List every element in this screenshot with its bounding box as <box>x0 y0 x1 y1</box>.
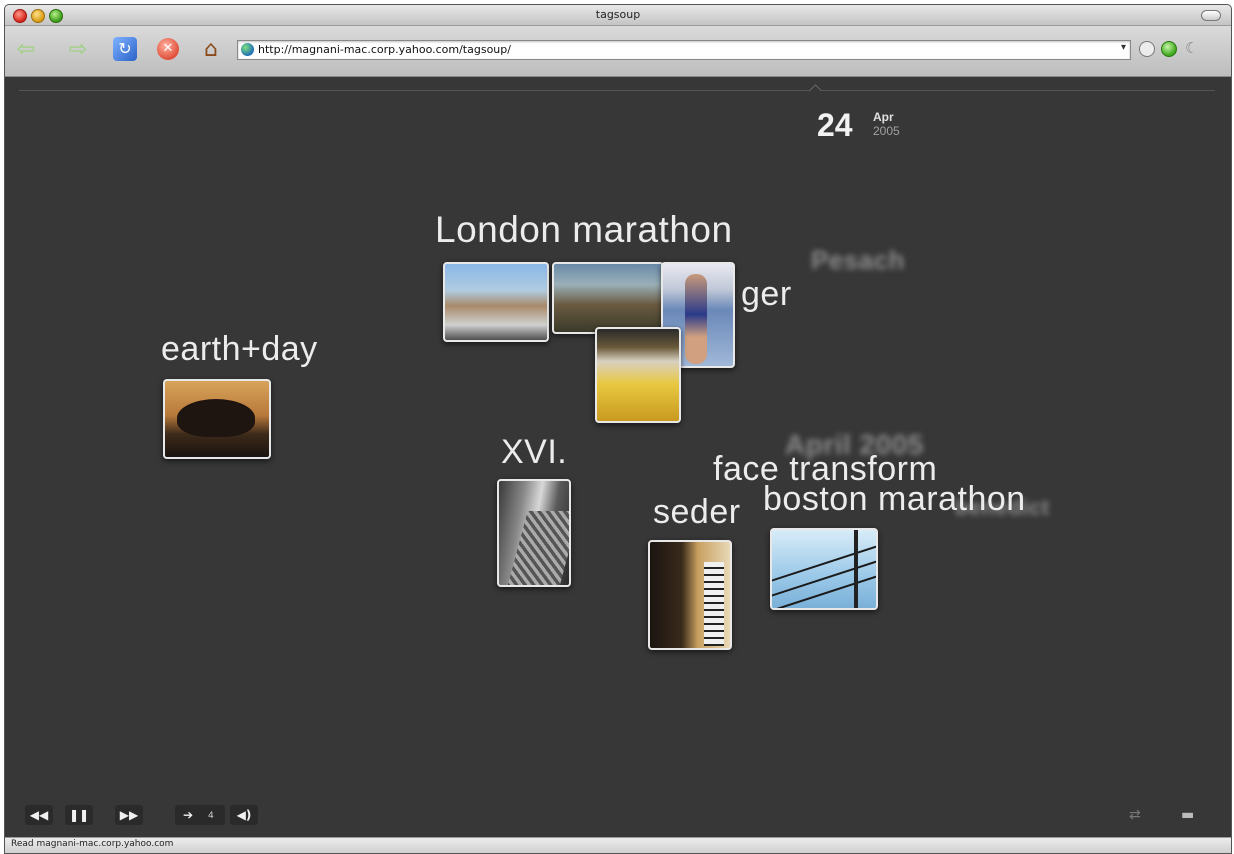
photo-xvi-rail[interactable] <box>497 479 571 587</box>
photo-seder-piano[interactable] <box>648 540 732 650</box>
right-arrow-icon: ⇨ <box>68 37 88 62</box>
photo-boston-wires[interactable] <box>770 528 878 610</box>
home-button[interactable]: ⌂ <box>198 38 224 62</box>
speed-count: 4 <box>208 811 214 821</box>
pause-button[interactable]: ❚❚ <box>65 805 93 825</box>
tag-xvi[interactable]: XVI. <box>501 433 567 472</box>
forward-button[interactable]: ⇨ <box>65 38 91 62</box>
runner-figure <box>685 274 707 364</box>
toolbar-toggle-button[interactable] <box>1201 10 1221 21</box>
browser-toolbar: ⇦ ⇨ ↻ ✕ ⌂ http://magnani-mac.corp.yahoo.… <box>5 26 1231 77</box>
photo-earth-day[interactable] <box>163 379 271 459</box>
reload-icon: ↻ <box>118 39 132 58</box>
date-year: 2005 <box>873 124 900 138</box>
tag-ger[interactable]: ger <box>741 275 792 314</box>
fast-forward-button[interactable]: ▶▶ <box>115 805 143 825</box>
back-button[interactable]: ⇦ <box>13 38 39 62</box>
volume-button[interactable]: ◀) <box>230 805 258 825</box>
search-circle-button[interactable] <box>1139 41 1155 57</box>
speed-button[interactable]: ➔ <box>175 805 225 825</box>
window-title: tagsoup <box>595 8 641 21</box>
left-arrow-icon: ⇦ <box>16 37 36 62</box>
date-month: Apr <box>873 110 894 124</box>
snail-icon: ➔ <box>183 808 194 822</box>
browser-window: tagsoup ⇦ ⇨ ↻ ✕ ⌂ http://magnani-mac.cor… <box>4 4 1232 854</box>
shuffle-icon[interactable]: ⇄ <box>1129 805 1141 825</box>
tag-pesach[interactable]: Pesach <box>811 245 905 276</box>
rail-track <box>506 511 569 585</box>
tag-seder[interactable]: seder <box>653 493 741 532</box>
piano-keys <box>704 562 724 646</box>
photo-pope[interactable] <box>595 327 681 423</box>
utility-pole <box>854 530 858 608</box>
photo-london-crowd[interactable] <box>443 262 549 342</box>
go-button[interactable] <box>1161 41 1177 57</box>
rewind-button[interactable]: ◀◀ <box>25 805 53 825</box>
globe-icon <box>241 43 254 56</box>
home-icon: ⌂ <box>204 37 218 62</box>
reload-button[interactable]: ↻ <box>113 37 137 61</box>
chevron-down-icon[interactable]: ▾ <box>1121 42 1126 53</box>
address-bar[interactable]: http://magnani-mac.corp.yahoo.com/tagsou… <box>237 40 1131 60</box>
tagsoup-stage: 24 Apr 2005 Pesach April 2005 benedict L… <box>5 77 1231 837</box>
status-bar: Read magnani-mac.corp.yahoo.com <box>5 837 1231 853</box>
status-text: Read magnani-mac.corp.yahoo.com <box>11 839 174 849</box>
stop-icon: ✕ <box>162 41 174 56</box>
playback-controls: ◀◀ ❚❚ ▶▶ ➔ 4 ◀) ⇄ ▬ <box>5 793 1231 837</box>
tag-london-marathon[interactable]: London marathon <box>435 209 733 251</box>
tree-silhouette <box>177 399 255 437</box>
url-text: http://magnani-mac.corp.yahoo.com/tagsou… <box>258 43 511 56</box>
timeline-marker <box>809 84 822 97</box>
menu-icon[interactable]: ▬ <box>1181 805 1194 825</box>
title-bar: tagsoup <box>5 5 1231 26</box>
stop-button[interactable]: ✕ <box>157 38 179 60</box>
tag-boston-marathon[interactable]: boston marathon <box>763 480 1026 519</box>
timeline-divider <box>19 90 1215 91</box>
activity-icon: ☾ <box>1185 39 1199 57</box>
tag-earth-day[interactable]: earth+day <box>161 330 318 369</box>
date-day: 24 <box>817 107 853 143</box>
photo-london-street[interactable] <box>552 262 664 334</box>
